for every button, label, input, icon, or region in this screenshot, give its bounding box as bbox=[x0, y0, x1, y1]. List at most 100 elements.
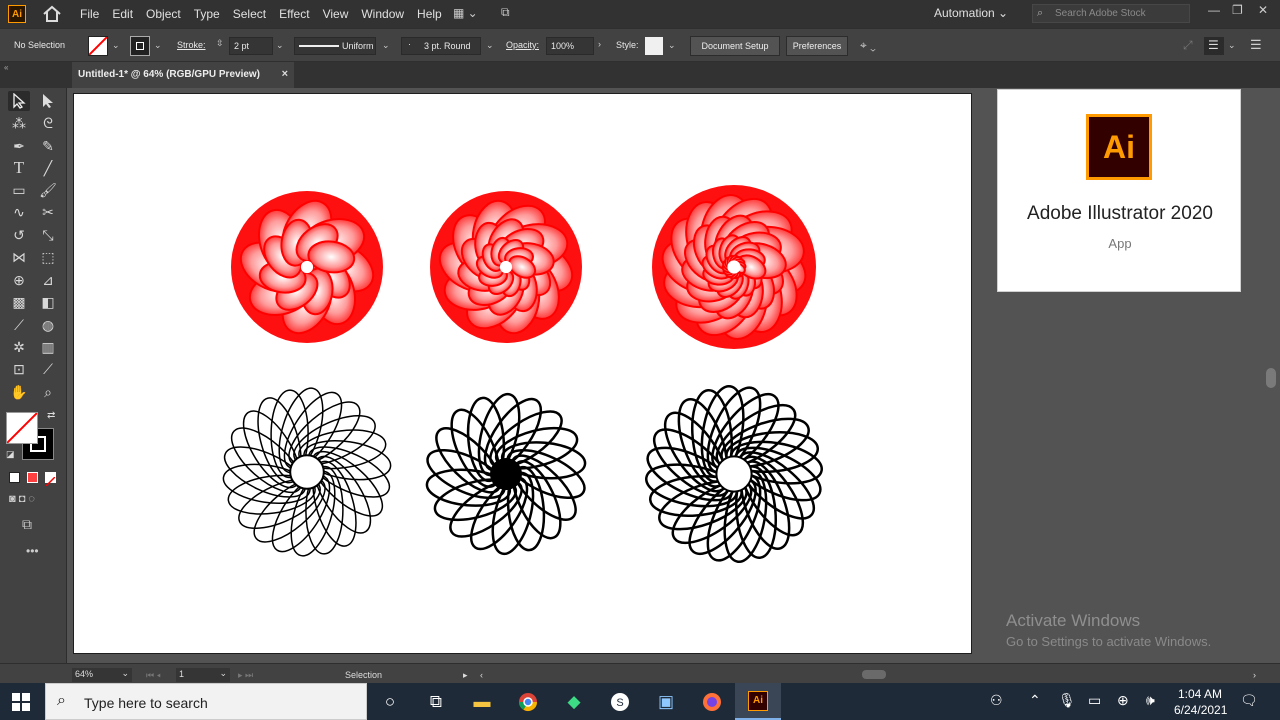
menu-view[interactable]: View bbox=[323, 7, 349, 21]
symbol-sprayer-tool-icon[interactable]: ✲ bbox=[8, 337, 30, 357]
artboard[interactable] bbox=[73, 93, 972, 654]
close-tab-icon[interactable]: × bbox=[282, 68, 288, 80]
task-view-icon[interactable]: ⧉ bbox=[413, 683, 459, 720]
firefox-icon[interactable] bbox=[689, 683, 735, 720]
filmora-icon[interactable]: ◆ bbox=[551, 683, 597, 720]
stroke-weight-dropdown-icon[interactable]: ⌄ bbox=[276, 40, 284, 51]
home-icon[interactable] bbox=[42, 5, 62, 23]
stroke-weight-input[interactable]: 2 pt bbox=[229, 37, 273, 55]
selection-tool-icon[interactable] bbox=[8, 91, 30, 111]
color-mode-icon[interactable] bbox=[9, 472, 20, 483]
perspective-grid-tool-icon[interactable]: ⊿ bbox=[37, 270, 59, 290]
menu-object[interactable]: Object bbox=[146, 7, 181, 21]
draw-mode-icon[interactable]: ◙ ◘ ◌ bbox=[9, 493, 35, 505]
last-artboard-icon[interactable]: ▸ ⏭ bbox=[238, 670, 253, 681]
column-graph-tool-icon[interactable]: ▥ bbox=[37, 337, 59, 357]
volume-icon[interactable]: 🕪 bbox=[1146, 692, 1155, 709]
skype-icon[interactable]: S bbox=[597, 683, 643, 720]
more-tools-icon[interactable]: ••• bbox=[26, 544, 39, 558]
illustrator-taskbar-icon[interactable]: Ai bbox=[735, 683, 781, 720]
blend-tool-icon[interactable]: ◍ bbox=[37, 315, 59, 335]
document-setup-button[interactable]: Document Setup bbox=[690, 36, 780, 56]
collapse-tools-icon[interactable]: « bbox=[4, 63, 8, 72]
fill-swatch[interactable] bbox=[88, 36, 108, 56]
lasso-tool-icon[interactable]: ᘓ bbox=[37, 113, 59, 133]
preferences-button[interactable]: Preferences bbox=[786, 36, 848, 56]
vertical-scrollbar-thumb[interactable] bbox=[1266, 368, 1276, 388]
menu-effect[interactable]: Effect bbox=[279, 7, 309, 21]
pen-tool-icon[interactable]: ✒ bbox=[8, 136, 30, 156]
menu-type[interactable]: Type bbox=[194, 7, 220, 21]
profile-dropdown-icon[interactable]: ⌄ bbox=[382, 40, 390, 51]
fill-color-swatch[interactable] bbox=[6, 412, 38, 444]
opacity-arrow-icon[interactable]: › bbox=[598, 39, 601, 49]
gradient-mode-icon[interactable] bbox=[27, 472, 38, 483]
brush-dropdown-icon[interactable]: ⌄ bbox=[486, 40, 494, 51]
search-adobe-stock-input[interactable]: ⌕ Search Adobe Stock bbox=[1032, 4, 1190, 23]
line-tool-icon[interactable]: ╱ bbox=[37, 158, 59, 178]
illustrator-app-icon[interactable]: Ai bbox=[8, 5, 26, 23]
arrange-documents-icon[interactable]: ▦ ⌄ bbox=[453, 6, 478, 20]
hand-tool-icon[interactable]: ✋ bbox=[8, 382, 30, 402]
show-hidden-icons[interactable]: ⌃ bbox=[1029, 692, 1041, 709]
default-colors-icon[interactable]: ◪ bbox=[6, 449, 15, 460]
people-icon[interactable]: ⚇ bbox=[990, 692, 1003, 709]
app-search-result-card[interactable]: Ai Adobe Illustrator 2020 App bbox=[997, 89, 1241, 292]
restore-icon[interactable]: ❐ bbox=[1232, 3, 1243, 17]
notifications-icon[interactable]: 🗨 bbox=[1240, 692, 1258, 709]
windows-start-icon[interactable] bbox=[12, 693, 30, 711]
menu-edit[interactable]: Edit bbox=[112, 7, 133, 21]
style-dropdown-icon[interactable]: ⌄ bbox=[668, 40, 676, 51]
microphone-icon[interactable]: 🎙 bbox=[1058, 692, 1076, 709]
menu-help[interactable]: Help bbox=[417, 7, 442, 21]
remote-desktop-icon[interactable]: ▣ bbox=[643, 683, 689, 720]
menu-file[interactable]: File bbox=[80, 7, 99, 21]
taskbar-search-box[interactable]: ⌕ Type here to search bbox=[45, 683, 367, 720]
variable-width-profile[interactable]: Uniform bbox=[294, 37, 376, 55]
zoom-tool-icon[interactable]: ⌕ bbox=[37, 382, 59, 402]
stroke-label[interactable]: Stroke: bbox=[177, 40, 206, 50]
mesh-tool-icon[interactable]: ▩ bbox=[8, 292, 30, 312]
zoom-level-field[interactable]: 64% ⌄ bbox=[72, 668, 132, 682]
swap-colors-icon[interactable]: ⇄ bbox=[47, 410, 55, 421]
stroke-dropdown-icon[interactable]: ⌄ bbox=[154, 40, 162, 51]
rotate-tool-icon[interactable]: ↺ bbox=[8, 225, 30, 245]
stroke-swatch[interactable] bbox=[130, 36, 150, 56]
scissors-tool-icon[interactable]: ✂ bbox=[37, 202, 59, 222]
gpu-performance-icon[interactable]: ⧉ bbox=[501, 5, 510, 20]
scroll-right-icon[interactable]: › bbox=[1253, 670, 1256, 680]
width-tool-icon[interactable]: ⋈ bbox=[8, 247, 30, 267]
transform-icon[interactable]: ⤢ bbox=[1183, 38, 1193, 53]
magic-wand-tool-icon[interactable]: ⁂ bbox=[8, 113, 30, 133]
first-artboard-icon[interactable]: ⏮ ◂ bbox=[146, 670, 161, 681]
close-window-icon[interactable]: ✕ bbox=[1258, 3, 1268, 17]
menu-window[interactable]: Window bbox=[361, 7, 404, 21]
opacity-label[interactable]: Opacity: bbox=[506, 40, 539, 50]
direct-selection-tool-icon[interactable] bbox=[37, 91, 59, 111]
more-options-icon[interactable]: ☰ bbox=[1250, 37, 1262, 53]
menu-select[interactable]: Select bbox=[233, 7, 266, 21]
workspace-switcher[interactable]: Automation ⌄ bbox=[934, 6, 1008, 20]
network-icon[interactable]: ⊕ bbox=[1117, 692, 1129, 709]
scale-tool-icon[interactable]: ⤡ bbox=[37, 225, 59, 245]
free-transform-tool-icon[interactable]: ⬚ bbox=[37, 247, 59, 267]
opacity-input[interactable]: 100% bbox=[546, 37, 594, 55]
brush-definition[interactable]: · 3 pt. Round bbox=[401, 37, 481, 55]
stroke-stepper-icon[interactable]: ⇳ bbox=[216, 38, 224, 49]
paintbrush-tool-icon[interactable]: 🖌 bbox=[37, 180, 59, 200]
panel-menu-icon[interactable]: ☰ bbox=[1204, 37, 1224, 55]
battery-icon[interactable]: ▭ bbox=[1088, 692, 1101, 709]
screen-mode-icon[interactable]: ⧉ bbox=[22, 516, 32, 533]
type-tool-icon[interactable]: T bbox=[8, 158, 30, 178]
artboard-tool-icon[interactable]: ⊡ bbox=[8, 359, 30, 379]
shape-builder-tool-icon[interactable]: ⊕ bbox=[8, 270, 30, 290]
shaper-tool-icon[interactable]: ∿ bbox=[8, 202, 30, 222]
artboard-navigation-field[interactable]: 1 ⌄ bbox=[176, 668, 230, 682]
chrome-icon[interactable] bbox=[505, 683, 551, 720]
fill-dropdown-icon[interactable]: ⌄ bbox=[112, 40, 120, 51]
taskbar-clock[interactable]: 1:04 AM 6/24/2021 bbox=[1174, 686, 1227, 718]
cortana-icon[interactable]: ○ bbox=[367, 683, 413, 720]
minimize-icon[interactable]: — bbox=[1208, 3, 1220, 17]
none-mode-icon[interactable] bbox=[45, 472, 56, 487]
curvature-tool-icon[interactable]: ✎ bbox=[37, 136, 59, 156]
